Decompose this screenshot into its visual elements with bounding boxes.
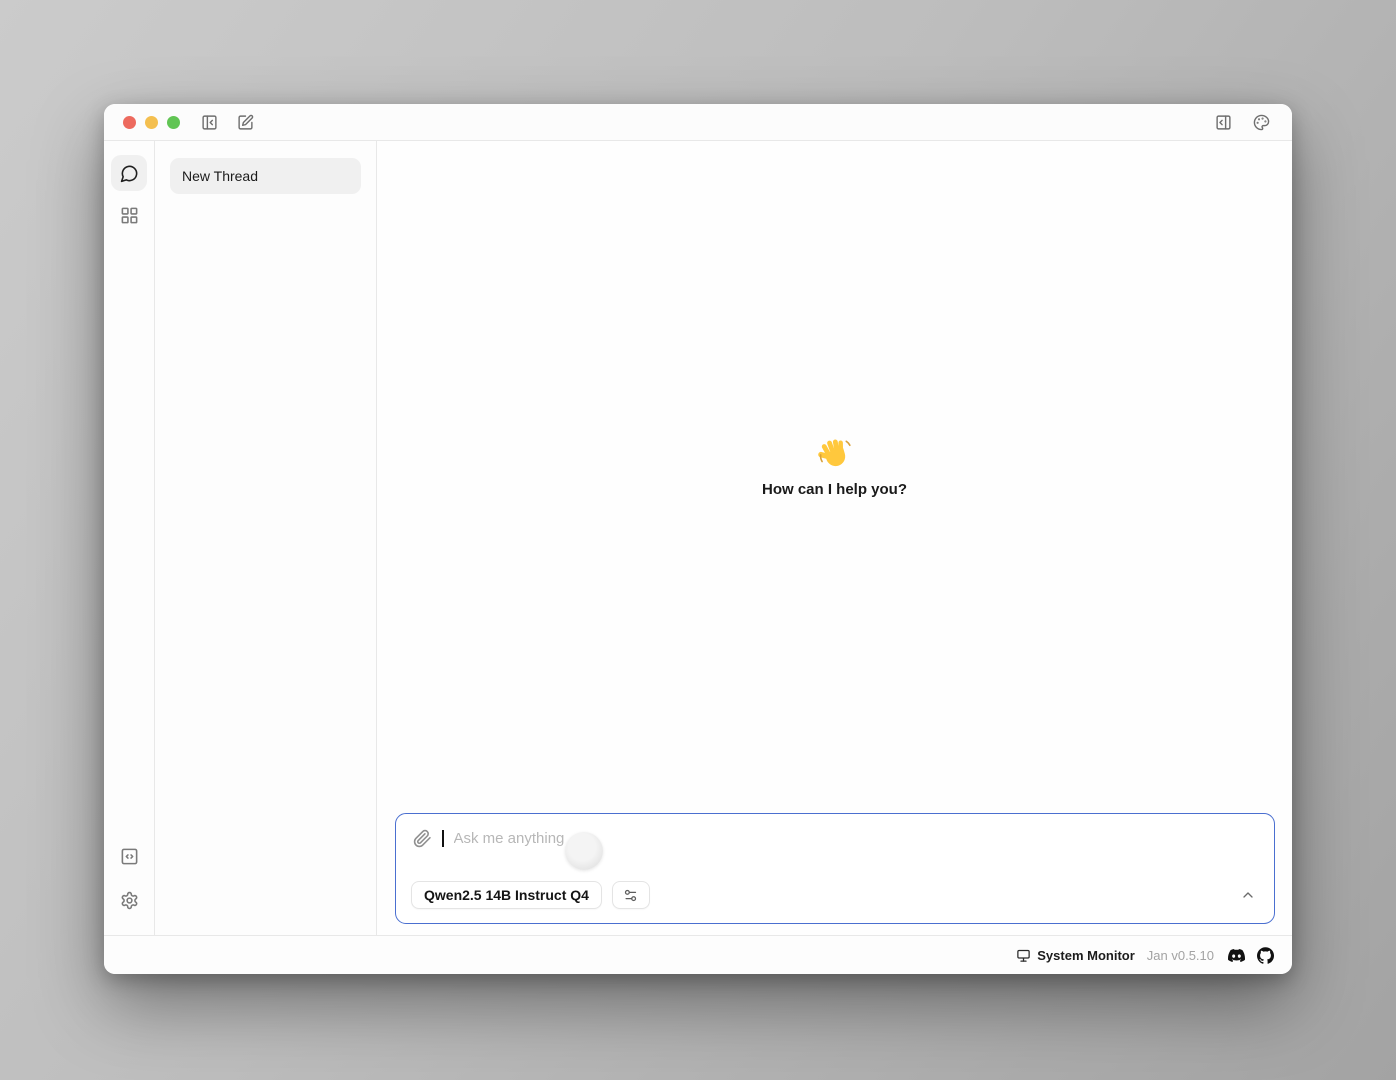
greeting-block: How can I help you? xyxy=(377,437,1292,498)
cursor-halo xyxy=(565,832,603,870)
status-bar: System Monitor Jan v0.5.10 xyxy=(104,935,1292,974)
toggle-right-panel-button[interactable] xyxy=(1210,109,1236,135)
content-area: New Thread xyxy=(104,141,1292,935)
sidebar-rail xyxy=(104,141,155,935)
grid-icon xyxy=(120,206,139,225)
theme-button[interactable] xyxy=(1248,109,1274,135)
rail-item-settings[interactable] xyxy=(111,882,147,918)
thread-list-panel: New Thread xyxy=(155,141,377,935)
discord-icon[interactable] xyxy=(1228,947,1245,964)
new-thread-button[interactable] xyxy=(232,109,258,135)
composer: Qwen2.5 14B Instruct Q4 xyxy=(395,813,1275,924)
toggle-left-panel-button[interactable] xyxy=(196,109,222,135)
minimize-window-button[interactable] xyxy=(145,116,158,129)
code-square-icon xyxy=(120,847,139,866)
model-settings-button[interactable] xyxy=(612,881,650,909)
monitor-icon xyxy=(1016,948,1031,963)
rail-item-local-api-server[interactable] xyxy=(111,838,147,874)
app-window: New Thread xyxy=(104,104,1292,974)
system-monitor-label: System Monitor xyxy=(1037,948,1135,963)
collapse-composer-button[interactable] xyxy=(1240,887,1256,903)
panel-right-open-icon xyxy=(1215,114,1232,131)
rail-item-chat[interactable] xyxy=(111,155,147,191)
app-version-label: Jan v0.5.10 xyxy=(1147,948,1214,963)
attachment-paperclip-icon[interactable] xyxy=(413,829,432,848)
chat-bubble-icon xyxy=(120,164,139,183)
system-monitor-button[interactable]: System Monitor xyxy=(1016,948,1135,963)
palette-icon xyxy=(1253,114,1270,131)
text-caret xyxy=(442,830,444,847)
chat-main-area: How can I help you? Qwen2.5 14B Instruct… xyxy=(377,141,1292,935)
compose-pen-icon xyxy=(237,114,254,131)
waving-hand-emoji xyxy=(817,437,853,471)
thread-list-item[interactable]: New Thread xyxy=(170,158,361,194)
titlebar xyxy=(104,104,1292,141)
chevron-up-icon xyxy=(1240,887,1256,903)
zoom-window-button[interactable] xyxy=(167,116,180,129)
thread-title: New Thread xyxy=(182,168,258,184)
github-icon[interactable] xyxy=(1257,947,1274,964)
close-window-button[interactable] xyxy=(123,116,136,129)
panel-left-close-icon xyxy=(201,114,218,131)
greeting-text: How can I help you? xyxy=(762,481,907,498)
traffic-lights xyxy=(123,116,180,129)
rail-item-hub[interactable] xyxy=(111,197,147,233)
model-selector[interactable]: Qwen2.5 14B Instruct Q4 xyxy=(411,881,602,909)
sliders-icon xyxy=(623,888,638,903)
gear-icon xyxy=(120,891,139,910)
model-selector-label: Qwen2.5 14B Instruct Q4 xyxy=(424,887,589,903)
